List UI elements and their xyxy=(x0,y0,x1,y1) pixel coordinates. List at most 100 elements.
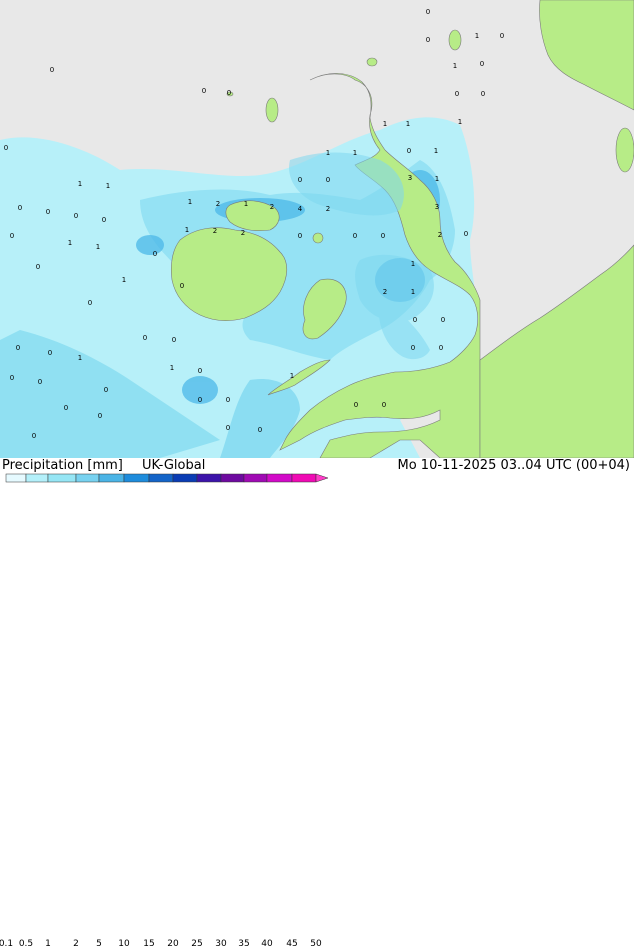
point-value-label: 0 xyxy=(411,344,415,352)
point-value-label: 0 xyxy=(455,90,459,98)
colorbar-cell xyxy=(220,473,245,483)
point-value-label: 2 xyxy=(270,203,274,211)
point-value-label: 0 xyxy=(298,176,302,184)
colorbar-cell xyxy=(75,473,100,483)
point-value-label: 1 xyxy=(411,260,415,268)
colorbar-cell xyxy=(243,473,268,483)
point-value-label: 0 xyxy=(426,8,430,16)
point-value-label: 2 xyxy=(383,288,387,296)
point-value-label: 1 xyxy=(96,243,100,251)
colorbar-tick-label: 5 xyxy=(96,939,102,949)
shetland-island xyxy=(448,29,462,51)
colorbar-tick-label: 0.1 xyxy=(0,939,14,949)
colorbar-tick-label: 25 xyxy=(191,939,203,949)
point-value-label: 2 xyxy=(213,227,217,235)
point-value-label: 0 xyxy=(198,396,202,404)
colorbar-tick-label: 0.5 xyxy=(18,939,34,949)
point-value-label: 2 xyxy=(241,229,245,237)
point-value-label: 2 xyxy=(216,200,220,208)
point-value-label: 0 xyxy=(18,204,22,212)
point-value-label: 0 xyxy=(226,424,230,432)
point-value-label: 3 xyxy=(435,203,439,211)
point-value-label: 0 xyxy=(153,250,157,258)
point-value-label: 1 xyxy=(458,118,462,126)
point-value-label: 1 xyxy=(78,180,82,188)
colorbar-cell xyxy=(291,473,317,483)
point-value-label: 1 xyxy=(106,182,110,190)
point-value-label: 0 xyxy=(439,344,443,352)
colorbar-cell xyxy=(172,473,198,483)
point-value-label: 0 xyxy=(48,349,52,357)
point-value-label: 1 xyxy=(78,354,82,362)
point-value-label: 1 xyxy=(475,32,479,40)
point-value-label: 0 xyxy=(104,386,108,394)
point-value-label: 1 xyxy=(185,226,189,234)
point-value-label: 1 xyxy=(383,120,387,128)
isle-of-man xyxy=(312,232,324,244)
point-value-label: 1 xyxy=(122,276,126,284)
point-value-label: 0 xyxy=(102,216,106,224)
colorbar-tick-label: 1 xyxy=(45,939,51,949)
colorbar-cell xyxy=(5,473,27,483)
point-value-label: 0 xyxy=(98,412,102,420)
point-value-label: 0 xyxy=(381,232,385,240)
hebrides-island xyxy=(265,97,279,123)
point-value-label: 0 xyxy=(426,36,430,44)
colorbar-cell xyxy=(266,473,293,483)
precipitation-map: 0 1 0 1 0 0 0 0 0 0 0 0 1 1 0 1 0 3 1 0 1 2 1 2 4 2 1 2 2 0 3 2 0 1 2 1 0 0 0 0… xyxy=(0,0,634,459)
orkney-island xyxy=(366,57,378,67)
point-value-label: 0 xyxy=(353,232,357,240)
point-value-label: 0 xyxy=(354,401,358,409)
legend-title: Precipitation [mm] xyxy=(2,458,123,473)
legend-footer: Precipitation [mm] UK-Global Mo 10-11-20… xyxy=(0,458,634,949)
point-value-label: 1 xyxy=(435,175,439,183)
colorbar-cell xyxy=(148,473,174,483)
point-value-label: 0 xyxy=(227,89,231,97)
point-value-label: 0 xyxy=(16,344,20,352)
colorbar-tick-label: 35 xyxy=(238,939,250,949)
point-value-label: 1 xyxy=(290,372,294,380)
colorbar-cell xyxy=(25,473,49,483)
point-value-label: 0 xyxy=(10,374,14,382)
point-value-label: 3 xyxy=(408,174,412,182)
point-value-label: 0 xyxy=(50,66,54,74)
point-value-label: 0 xyxy=(413,316,417,324)
point-value-label: 0 xyxy=(382,401,386,409)
colorbar-cell xyxy=(98,473,125,483)
colorbar-cell xyxy=(47,473,77,483)
point-value-label: 0 xyxy=(172,336,176,344)
point-value-label: 2 xyxy=(438,231,442,239)
point-value-label: 0 xyxy=(198,367,202,375)
point-value-label: 1 xyxy=(353,149,357,157)
point-value-label: 1 xyxy=(406,120,410,128)
point-value-label: 0 xyxy=(180,282,184,290)
point-value-label: 4 xyxy=(298,205,303,213)
colorbar-tick-label: 2 xyxy=(73,939,79,949)
valid-time: Mo 10-11-2025 03..04 UTC (00+04) xyxy=(397,458,631,473)
point-value-label: 0 xyxy=(441,316,445,324)
point-value-label: 0 xyxy=(258,426,262,434)
colorbar-arrow xyxy=(315,473,329,483)
point-value-label: 0 xyxy=(88,299,92,307)
denmark-island xyxy=(615,127,634,173)
point-value-label: 0 xyxy=(143,334,147,342)
model-name: UK-Global xyxy=(142,458,206,473)
colorbar-tick-label: 10 xyxy=(118,939,130,949)
point-value-label: 0 xyxy=(298,232,302,240)
point-value-label: 1 xyxy=(244,200,248,208)
point-value-label: 1 xyxy=(434,147,438,155)
colorbar xyxy=(5,473,329,483)
point-value-label: 1 xyxy=(170,364,174,372)
point-value-label: 0 xyxy=(64,404,68,412)
point-value-label: 1 xyxy=(68,239,72,247)
point-value-label: 0 xyxy=(36,263,40,271)
colorbar-cell xyxy=(123,473,150,483)
colorbar-tick-label: 30 xyxy=(215,939,227,949)
point-value-label: 0 xyxy=(74,212,78,220)
point-value-label: 0 xyxy=(32,432,36,440)
point-value-label: 0 xyxy=(326,176,330,184)
point-value-label: 0 xyxy=(480,60,484,68)
point-value-label: 0 xyxy=(481,90,485,98)
point-value-label: 1 xyxy=(453,62,457,70)
point-value-label: 0 xyxy=(407,147,411,155)
